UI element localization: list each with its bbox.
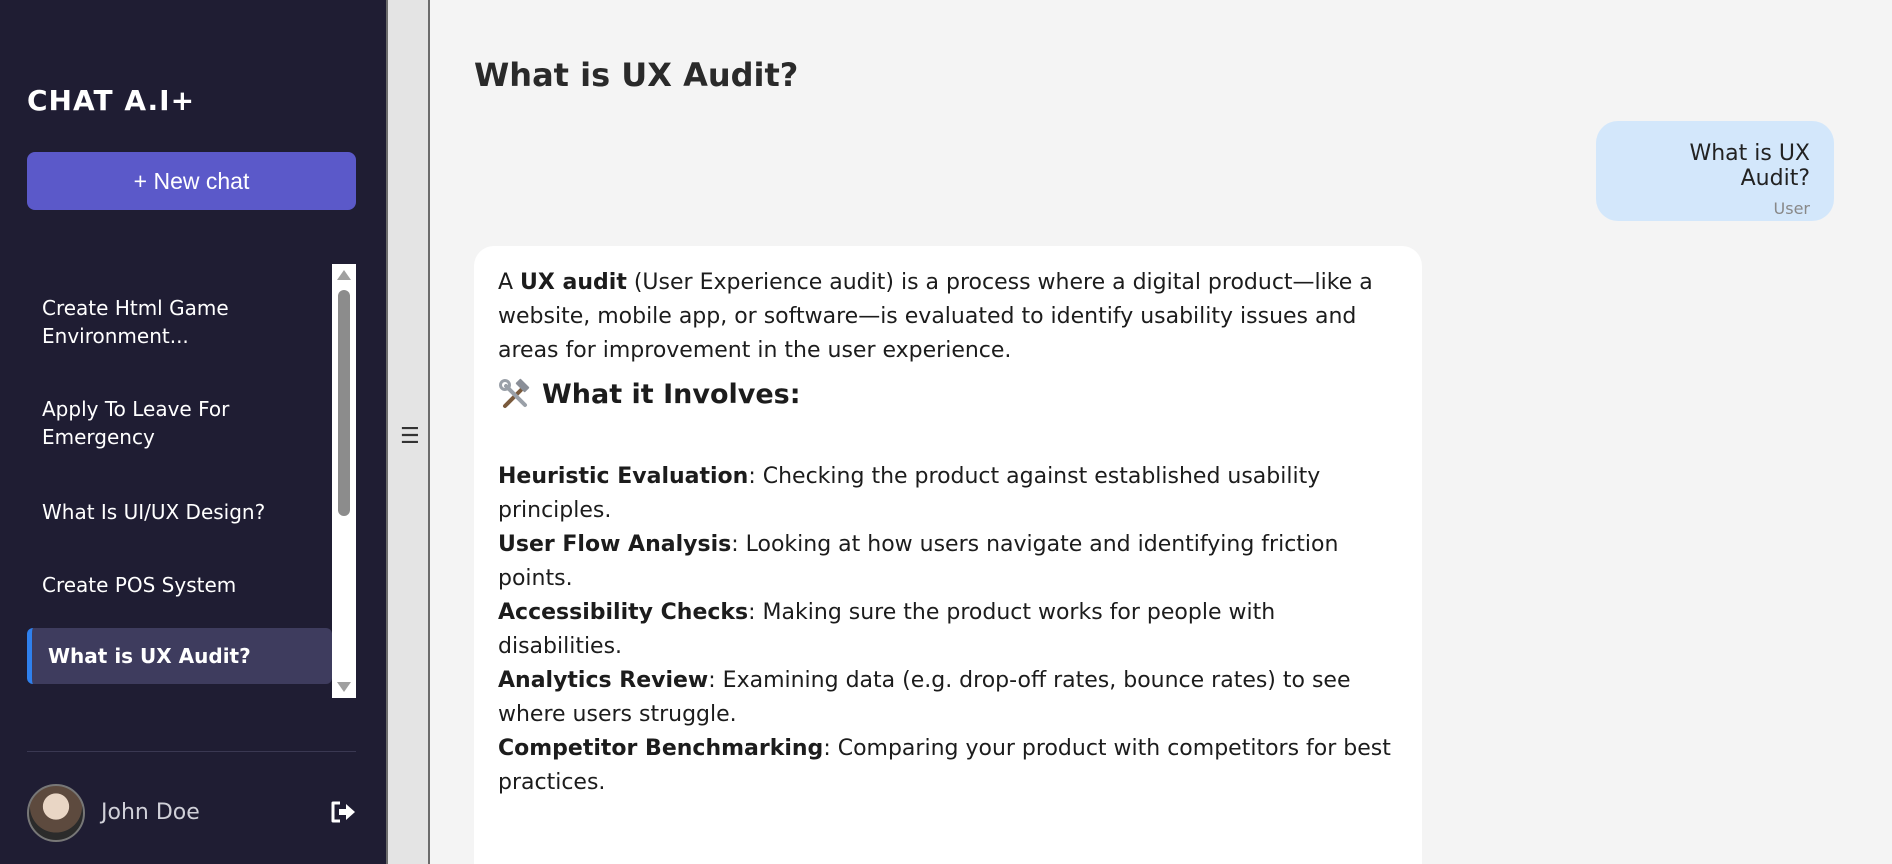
history-item[interactable]: Apply To Leave For Emergency — [27, 395, 332, 451]
history-item[interactable]: Create Html Game Environment... — [27, 294, 332, 350]
list-item: Accessibility Checks: Making sure the pr… — [498, 600, 1276, 659]
chat-history-list: Create Html Game Environment... Apply To… — [27, 264, 332, 698]
scroll-thumb[interactable] — [338, 290, 350, 516]
chat-history: Create Html Game Environment... Apply To… — [27, 264, 356, 698]
brand-logo: CHAT A.I+ — [27, 84, 196, 117]
intro-bold-term: UX audit — [520, 270, 627, 295]
history-item[interactable]: Create POS System — [27, 571, 332, 599]
page-title: What is UX Audit? — [474, 56, 799, 94]
scroll-up-arrow-icon[interactable] — [337, 270, 351, 280]
list-item: Competitor Benchmarking: Comparing your … — [498, 736, 1391, 795]
list-item: User Flow Analysis: Looking at how users… — [498, 532, 1339, 591]
sidebar: CHAT A.I+ + New chat Create Html Game En… — [0, 0, 386, 864]
list-item: Heuristic Evaluation: Checking the produ… — [498, 464, 1321, 523]
chat-main: What is UX Audit? What is UX Audit? User… — [430, 0, 1892, 864]
sidebar-divider — [27, 751, 356, 752]
history-item[interactable]: What Is UI/UX Design? — [27, 498, 332, 526]
user-message-sender: User — [1773, 199, 1810, 218]
list-item: Analytics Review: Examining data (e.g. d… — [498, 668, 1351, 727]
assistant-intro: A UX audit (User Experience audit) is a … — [498, 270, 1373, 363]
user-message-bubble: What is UX Audit? User — [1596, 121, 1834, 221]
user-name: John Doe — [101, 800, 200, 825]
scroll-down-arrow-icon[interactable] — [337, 682, 351, 692]
hamburger-icon[interactable]: ☰ — [400, 424, 420, 449]
assistant-message-bubble: A UX audit (User Experience audit) is a … — [474, 246, 1422, 864]
avatar[interactable] — [27, 784, 85, 842]
panel-splitter[interactable]: ☰ — [386, 0, 430, 864]
history-scrollbar[interactable] — [332, 264, 356, 698]
new-chat-button[interactable]: + New chat — [27, 152, 356, 210]
section-heading-text: What it Involves: — [542, 379, 801, 410]
user-message-text: What is UX Audit? — [1689, 141, 1810, 191]
history-item-active[interactable]: What is UX Audit? — [27, 628, 332, 684]
hammer-wrench-icon — [499, 378, 530, 408]
logout-icon[interactable] — [330, 800, 356, 824]
section-heading: What it Involves: — [498, 378, 1398, 412]
